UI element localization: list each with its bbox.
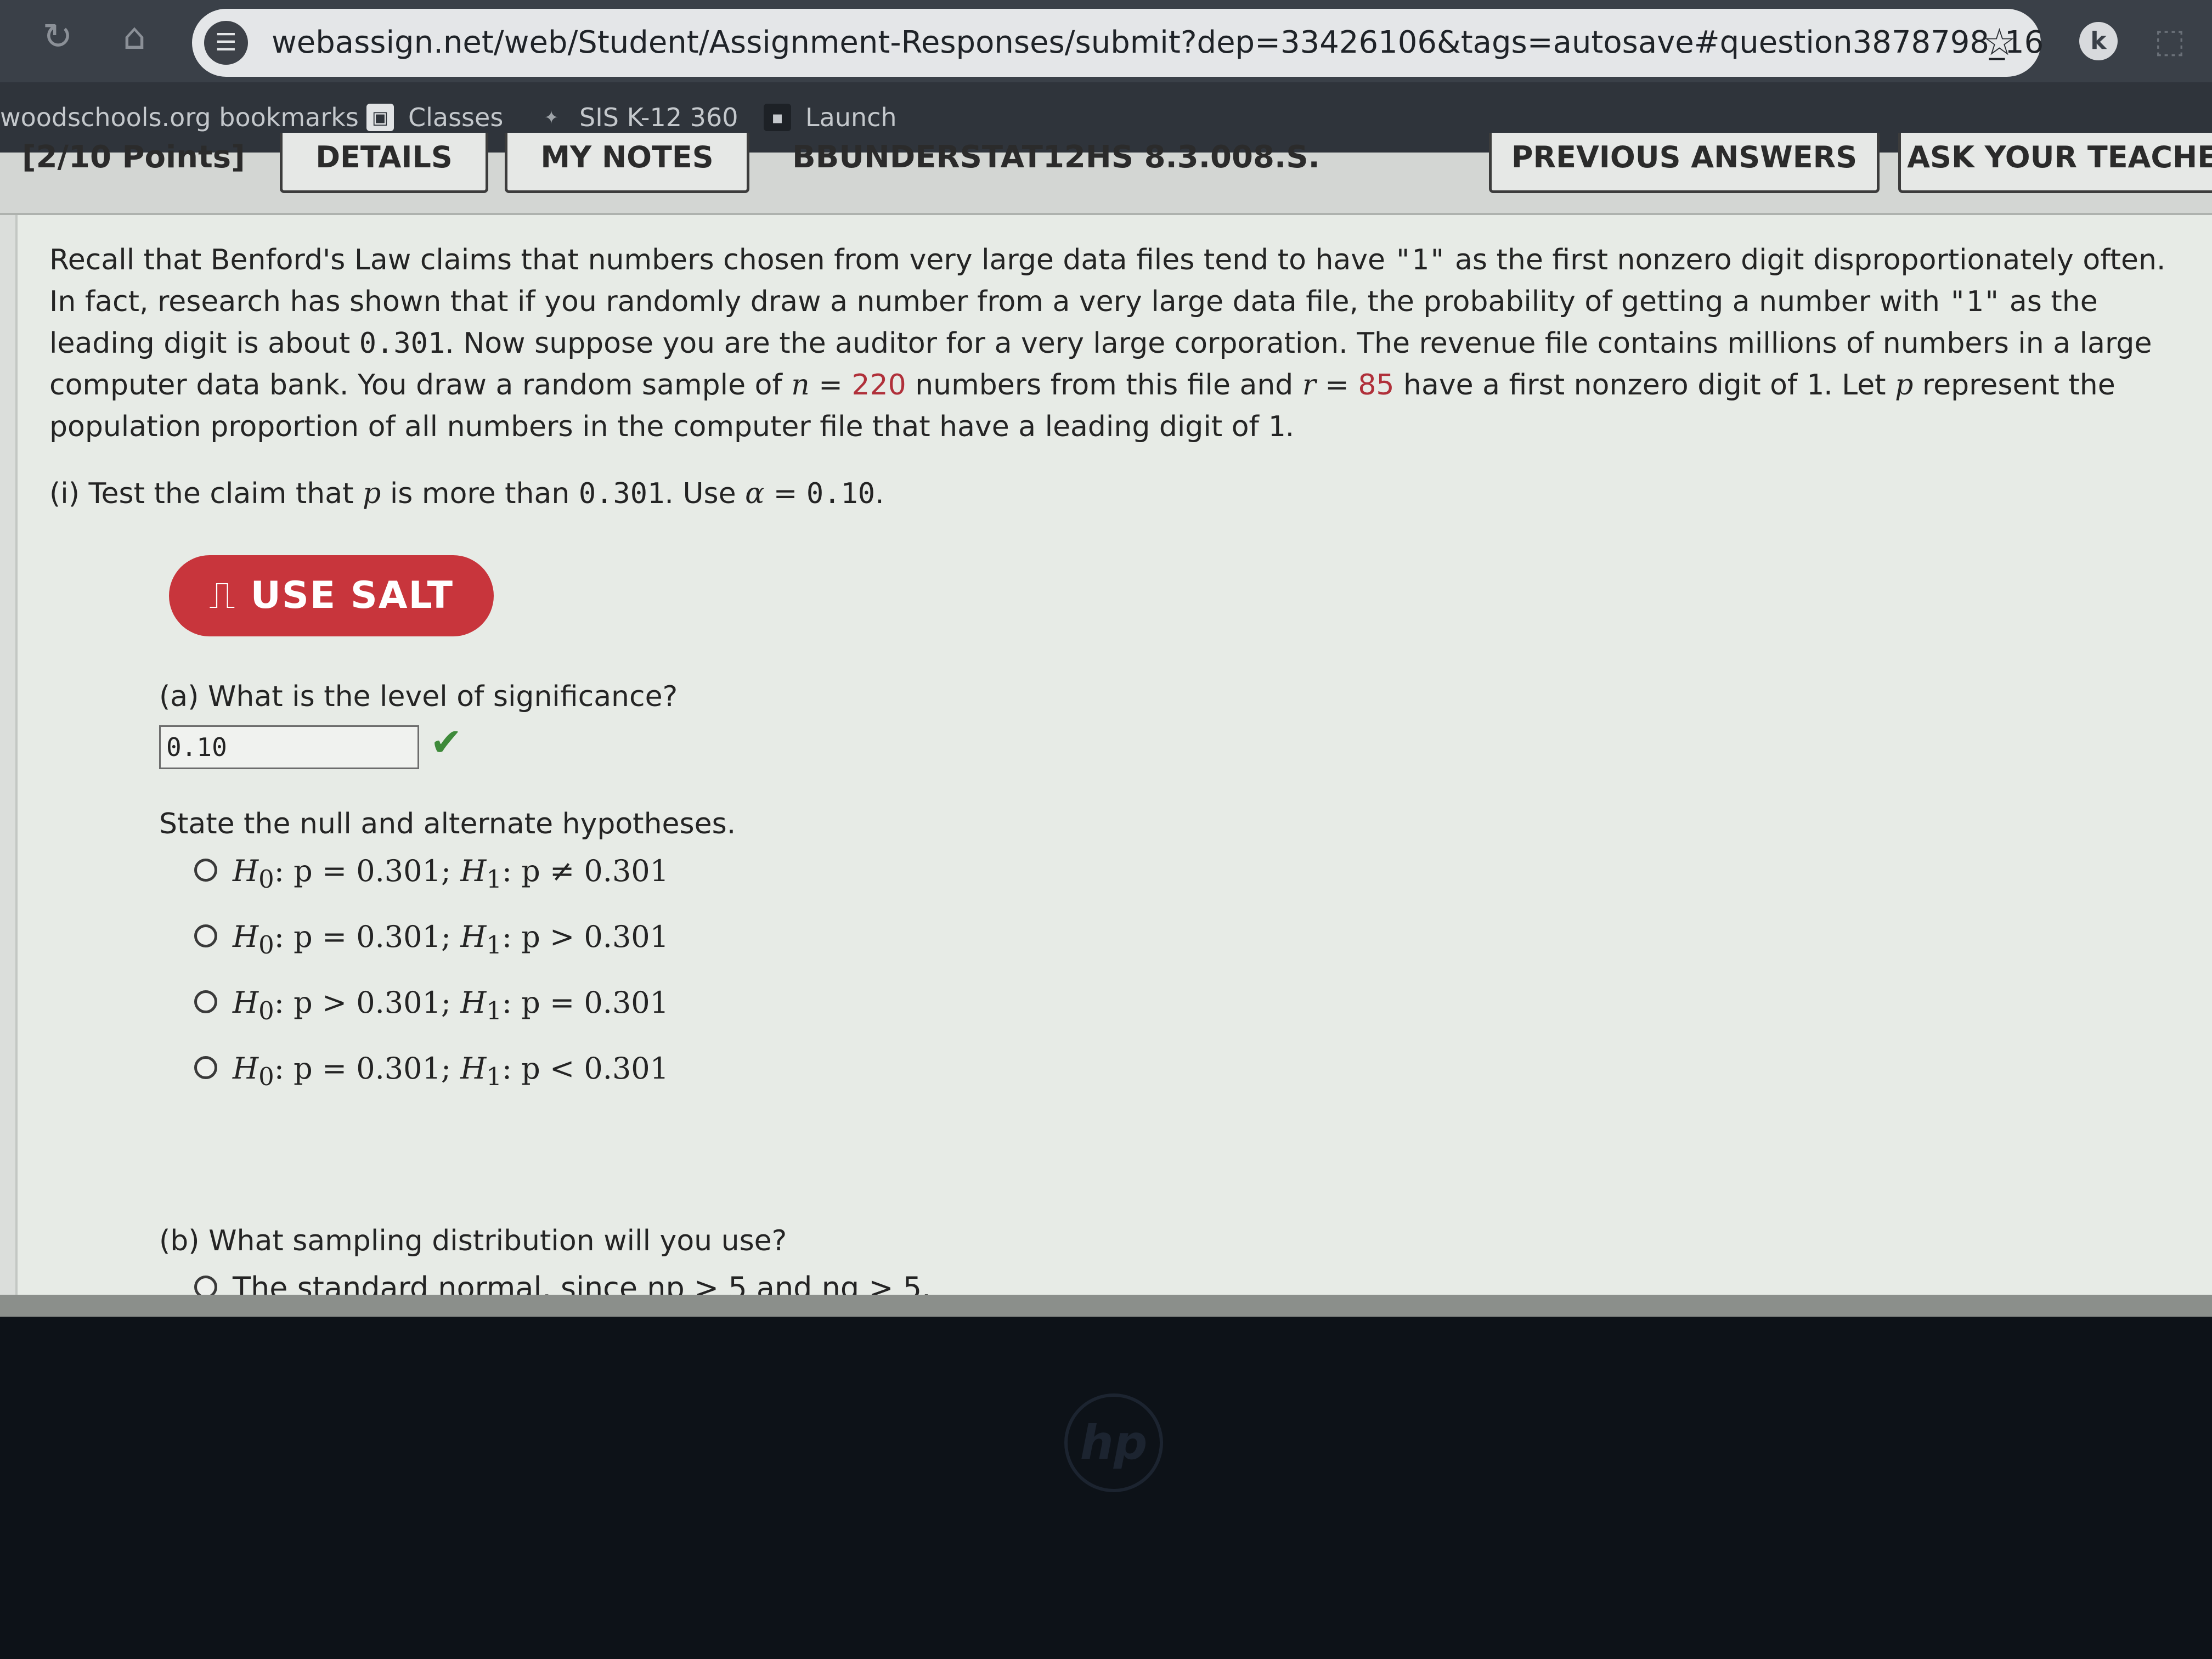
address-bar[interactable]: ☰ webassign.net/web/Student/Assignment-R… xyxy=(192,9,2044,77)
hypothesis-option-1[interactable]: H0: p = 0.301; H1: p ≠ 0.301 xyxy=(194,849,669,894)
ask-teacher-button[interactable]: ASK YOUR TEACHER xyxy=(1898,133,2212,193)
radio-button[interactable] xyxy=(194,924,217,948)
radio-button[interactable] xyxy=(194,1056,217,1080)
url-text[interactable]: webassign.net/web/Student/Assignment-Res… xyxy=(272,9,2044,77)
hypotheses-question: State the null and alternate hypotheses. xyxy=(159,808,736,840)
my-notes-button[interactable]: MY NOTES xyxy=(505,133,749,193)
bookmark-label: SIS K-12 360 xyxy=(579,103,738,132)
points-label: [2/10 Points] xyxy=(22,139,245,175)
classroom-icon: ▣ xyxy=(366,103,394,131)
use-salt-button[interactable]: ⎍ USE SALT xyxy=(169,555,494,636)
part-b-question: (b) What sampling distribution will you … xyxy=(159,1224,787,1257)
correct-check-icon: ✔ xyxy=(430,720,462,765)
browser-window: ↻ ⌂ ☰ webassign.net/web/Student/Assignme… xyxy=(0,0,2212,1317)
home-icon[interactable]: ⌂ xyxy=(110,12,159,61)
question-code: BBUNDERSTAT12HS 8.3.008.S. xyxy=(792,139,1320,175)
reload-icon[interactable]: ↻ xyxy=(33,12,82,61)
site-info-icon[interactable]: ☰ xyxy=(204,21,248,65)
part-a-question: (a) What is the level of significance? xyxy=(159,680,678,713)
hypothesis-option-3[interactable]: H0: p > 0.301; H1: p = 0.301 xyxy=(194,981,669,1025)
part-i-prompt: (i) Test the claim that p is more than 0… xyxy=(49,477,884,510)
browser-toolbar: ↻ ⌂ ☰ webassign.net/web/Student/Assignme… xyxy=(0,0,2212,82)
salt-icon: ⎍ xyxy=(209,574,236,617)
sis-icon: ✦ xyxy=(544,106,559,128)
question-header: [2/10 Points] DETAILS MY NOTES BBUNDERST… xyxy=(0,133,2212,215)
hypothesis-option-4[interactable]: H0: p = 0.301; H1: p < 0.301 xyxy=(194,1047,669,1091)
hp-logo-icon: hp xyxy=(1064,1393,1163,1492)
profile-avatar[interactable]: k xyxy=(2079,22,2118,60)
bookmark-label: woodschools.org bookmarks xyxy=(0,103,359,132)
launch-icon: ▪ xyxy=(764,103,791,131)
significance-input[interactable]: 0.10 xyxy=(159,725,419,769)
extensions-icon[interactable]: ⬚ xyxy=(2151,22,2189,60)
hypothesis-option-2[interactable]: H0: p = 0.301; H1: p > 0.301 xyxy=(194,915,669,960)
question-content: Recall that Benford's Law claims that nu… xyxy=(15,215,2212,1317)
bookmark-label: Launch xyxy=(805,103,897,132)
previous-answers-button[interactable]: PREVIOUS ANSWERS xyxy=(1489,133,1880,193)
webassign-page: [2/10 Points] DETAILS MY NOTES BBUNDERST… xyxy=(0,133,2212,1317)
radio-button[interactable] xyxy=(194,859,217,882)
sample-size-value: 220 xyxy=(851,369,906,402)
problem-statement: Recall that Benford's Law claims that nu… xyxy=(49,244,2166,443)
page-bottom-edge xyxy=(0,1295,2212,1317)
radio-button[interactable] xyxy=(194,990,217,1014)
details-button[interactable]: DETAILS xyxy=(280,133,488,193)
bookmark-label: Classes xyxy=(408,103,504,132)
successes-value: 85 xyxy=(1358,369,1395,402)
bookmark-star-icon[interactable]: ☆ xyxy=(1983,9,2016,77)
